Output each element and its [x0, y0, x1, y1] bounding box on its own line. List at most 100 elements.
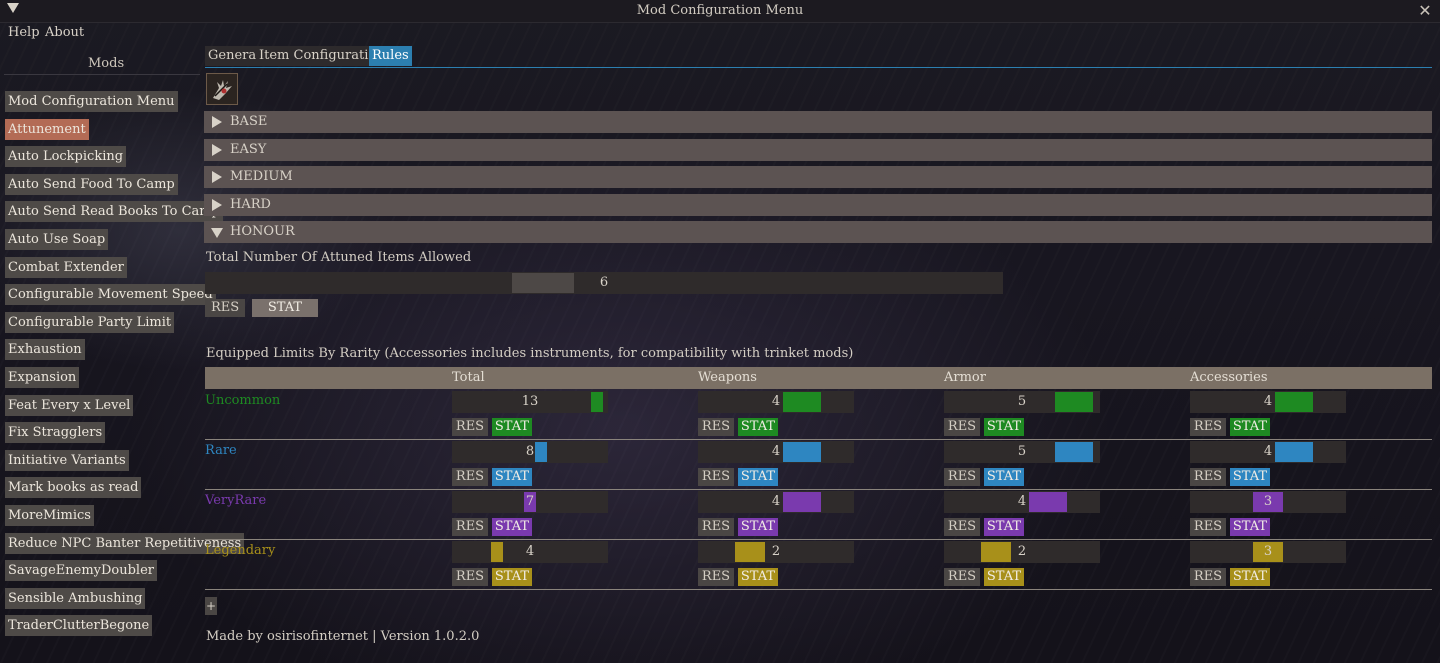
mod-item[interactable]: Attunement [5, 118, 89, 140]
stat-button[interactable]: STAT [492, 468, 532, 486]
res-button[interactable]: RES [1190, 468, 1226, 486]
stat-button[interactable]: STAT [984, 468, 1024, 486]
limit-value: 5 [1017, 394, 1027, 409]
limit-slider[interactable]: 4 [1190, 441, 1346, 463]
limit-value: 2 [1017, 544, 1027, 559]
menu-about[interactable]: About [45, 25, 84, 40]
limit-slider[interactable]: 4 [452, 541, 608, 563]
res-button[interactable]: RES [452, 518, 488, 536]
triangle-right-icon [212, 198, 222, 211]
mod-item[interactable]: Mod Configuration Menu [5, 91, 178, 112]
limit-slider[interactable]: 3 [1190, 541, 1346, 563]
res-button[interactable]: RES [698, 468, 734, 486]
stat-button[interactable]: STAT [1230, 518, 1270, 536]
mod-item[interactable]: Configurable Party Limit [5, 311, 175, 333]
mods-divider [4, 74, 200, 75]
stat-button[interactable]: STAT [492, 518, 532, 536]
difficulty-label: MEDIUM [230, 169, 293, 184]
tab-rules[interactable]: Rules [369, 46, 412, 66]
mod-item[interactable]: Fix Stragglers [5, 422, 106, 444]
limit-slider[interactable]: 8 [452, 441, 608, 463]
stat-button[interactable]: STAT [984, 418, 1024, 436]
limit-slider[interactable]: 5 [944, 441, 1100, 463]
res-button[interactable]: RES [1190, 518, 1226, 536]
limit-slider[interactable]: 2 [944, 541, 1100, 563]
mod-item[interactable]: Sensible Ambushing [5, 587, 146, 609]
limit-slider[interactable]: 4 [698, 491, 854, 513]
attuned-stat-button[interactable]: STAT [252, 299, 318, 317]
mod-item[interactable]: Initiative Variants [5, 449, 129, 471]
mod-item[interactable]: Mark books as read [5, 477, 142, 499]
res-button[interactable]: RES [698, 518, 734, 536]
stat-button[interactable]: STAT [738, 518, 778, 536]
triangle-right-icon [212, 171, 222, 183]
limit-slider[interactable]: 13 [452, 391, 608, 413]
res-button[interactable]: RES [944, 468, 980, 486]
stat-button[interactable]: STAT [738, 468, 778, 486]
res-button[interactable]: RES [1190, 568, 1226, 586]
attuned-res-button[interactable]: RES [205, 299, 246, 317]
stat-button[interactable]: STAT [738, 418, 778, 436]
mod-item[interactable]: SavageEnemyDoubler [5, 560, 158, 582]
mod-item[interactable]: Expansion [5, 367, 80, 388]
limit-slider[interactable]: 7 [452, 491, 608, 513]
stat-button[interactable]: STAT [1230, 468, 1270, 486]
mod-item[interactable]: TraderClutterBegone [5, 615, 153, 637]
mod-item[interactable]: Exhaustion [5, 339, 85, 361]
tab-item-configuration[interactable]: Item Configuration [256, 46, 388, 66]
res-button[interactable]: RES [698, 568, 734, 586]
limit-slider[interactable]: 4 [698, 441, 854, 463]
tab-general[interactable]: General [205, 46, 264, 66]
limit-slider[interactable]: 4 [944, 491, 1100, 513]
limit-value: 4 [1263, 444, 1273, 459]
rarity-label: VeryRare [205, 493, 267, 508]
mod-item[interactable]: Feat Every x Level [5, 394, 134, 416]
mod-item[interactable]: Auto Send Food To Camp [5, 173, 178, 195]
mod-item[interactable]: Auto Use Soap [5, 229, 109, 250]
triangle-right-icon [212, 143, 222, 156]
limit-slider[interactable]: 4 [1190, 391, 1346, 413]
limit-slider[interactable]: 5 [944, 391, 1100, 413]
stat-button[interactable]: STAT [1230, 568, 1270, 586]
difficulty-header-honour[interactable]: HONOUR [204, 221, 1432, 243]
res-button[interactable]: RES [944, 568, 980, 586]
difficulty-label: HONOUR [230, 224, 295, 239]
res-button[interactable]: RES [944, 518, 980, 536]
difficulty-header-easy[interactable]: EASY [204, 138, 1432, 161]
mod-item[interactable]: Auto Lockpicking [5, 146, 127, 168]
difficulty-label: HARD [230, 196, 271, 212]
limit-value: 4 [771, 494, 781, 509]
stat-button[interactable]: STAT [1230, 418, 1270, 436]
difficulty-header-hard[interactable]: HARD [204, 193, 1432, 216]
close-icon[interactable]: ✕ [1414, 0, 1436, 22]
res-button[interactable]: RES [452, 418, 488, 436]
stat-button[interactable]: STAT [738, 568, 778, 586]
difficulty-header-base[interactable]: BASE [204, 111, 1432, 133]
limit-slider[interactable]: 4 [698, 391, 854, 413]
rarity-label: Rare [205, 443, 237, 458]
attuned-slider[interactable]: 6 [205, 272, 1003, 294]
stat-button[interactable]: STAT [492, 418, 532, 436]
triangle-down-icon [211, 228, 223, 238]
rarity-label: Legendary [205, 543, 276, 558]
res-button[interactable]: RES [944, 418, 980, 436]
limit-slider[interactable]: 3 [1190, 491, 1346, 513]
limit-value: 8 [525, 444, 535, 459]
res-button[interactable]: RES [452, 468, 488, 486]
res-button[interactable]: RES [1190, 418, 1226, 436]
menu-help[interactable]: Help [8, 25, 40, 40]
rarity-label: Uncommon [205, 393, 281, 408]
tab-underline [205, 67, 1432, 68]
stat-button[interactable]: STAT [984, 568, 1024, 586]
plus-icon[interactable]: + [205, 597, 217, 615]
difficulty-header-medium[interactable]: MEDIUM [204, 166, 1432, 188]
stat-button[interactable]: STAT [492, 568, 532, 586]
mod-item[interactable]: MoreMimics [5, 505, 94, 526]
stat-button[interactable]: STAT [984, 518, 1024, 536]
mod-item[interactable]: Configurable Movement Speed [5, 284, 216, 306]
mod-item[interactable]: Auto Send Read Books To Camp [5, 201, 223, 223]
res-button[interactable]: RES [698, 418, 734, 436]
mod-item[interactable]: Combat Extender [5, 256, 127, 278]
res-button[interactable]: RES [452, 568, 488, 586]
limit-slider[interactable]: 2 [698, 541, 854, 563]
